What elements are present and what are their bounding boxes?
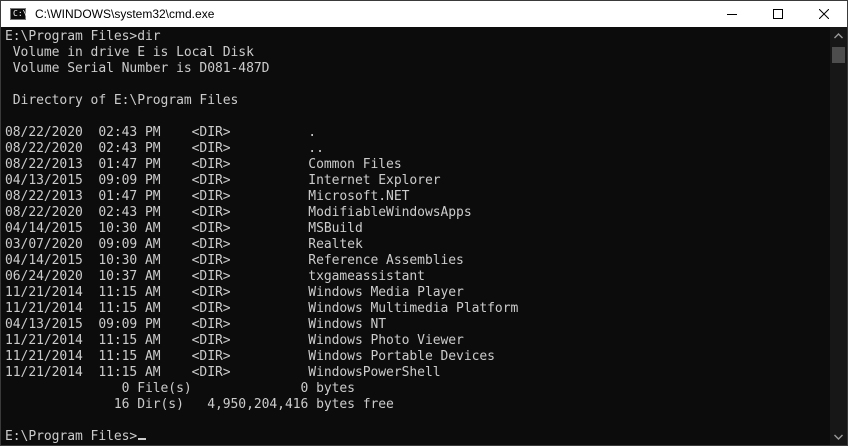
directory-line: Directory of E:\Program Files	[5, 93, 239, 108]
dir-entry: 11/21/2014 11:15 AM <DIR> Windows Photo …	[5, 333, 464, 348]
command-line: E:\Program Files>dir	[5, 29, 161, 44]
volume-line: Volume in drive E is Local Disk	[5, 45, 254, 60]
dirs-summary: 16 Dir(s) 4,950,204,416 bytes free	[5, 397, 394, 412]
dir-entry: 06/24/2020 10:37 AM <DIR> txgameassistan…	[5, 269, 425, 284]
scroll-down-button[interactable]	[830, 428, 847, 445]
close-button[interactable]	[801, 1, 847, 27]
scroll-down-arrow-icon	[834, 434, 843, 440]
maximize-icon	[773, 9, 783, 19]
window-title: C:\WINDOWS\system32\cmd.exe	[35, 7, 215, 21]
console-output[interactable]: E:\Program Files>dir Volume in drive E i…	[5, 29, 827, 445]
cmd-icon[interactable]: C:\	[10, 8, 28, 20]
dir-entry: 11/21/2014 11:15 AM <DIR> Windows Portab…	[5, 349, 495, 364]
dir-entry: 08/22/2013 01:47 PM <DIR> Microsoft.NET	[5, 189, 410, 204]
minimize-button[interactable]	[709, 1, 755, 27]
caption-buttons	[709, 1, 847, 27]
prompt-text: E:\Program Files>	[5, 429, 138, 444]
text-cursor	[138, 438, 147, 440]
maximize-button[interactable]	[755, 1, 801, 27]
minimize-icon	[727, 14, 737, 15]
dir-entry: 08/22/2020 02:43 PM <DIR> .	[5, 125, 317, 140]
scroll-up-button[interactable]	[830, 27, 847, 44]
dir-entry: 08/22/2013 01:47 PM <DIR> Common Files	[5, 157, 402, 172]
dir-entry: 08/22/2020 02:43 PM <DIR> ..	[5, 141, 324, 156]
prompt-line[interactable]: E:\Program Files>	[5, 429, 827, 445]
vertical-scrollbar[interactable]	[830, 27, 847, 445]
dir-entry: 11/21/2014 11:15 AM <DIR> Windows Media …	[5, 285, 464, 300]
serial-line: Volume Serial Number is D081-487D	[5, 61, 270, 76]
close-icon	[819, 9, 829, 19]
scroll-up-arrow-icon	[834, 32, 843, 38]
dir-entry: 04/14/2015 10:30 AM <DIR> MSBuild	[5, 221, 363, 236]
dir-entry: 04/13/2015 09:09 PM <DIR> Windows NT	[5, 317, 387, 332]
dir-entry: 03/07/2020 09:09 AM <DIR> Realtek	[5, 237, 363, 252]
files-summary: 0 File(s) 0 bytes	[5, 381, 355, 396]
dir-entry: 04/14/2015 10:30 AM <DIR> Reference Asse…	[5, 253, 464, 268]
dir-entry: 11/21/2014 11:15 AM <DIR> Windows Multim…	[5, 301, 519, 316]
cmd-window: C:\ C:\WINDOWS\system32\cmd.exe E:\Progr…	[0, 0, 848, 446]
title-bar[interactable]: C:\ C:\WINDOWS\system32\cmd.exe	[1, 1, 847, 27]
dir-entry: 08/22/2020 02:43 PM <DIR> ModifiableWind…	[5, 205, 472, 220]
scroll-thumb[interactable]	[832, 47, 845, 63]
dir-entry: 04/13/2015 09:09 PM <DIR> Internet Explo…	[5, 173, 441, 188]
cmd-icon-glyph: C:\	[13, 9, 28, 18]
dir-entry: 11/21/2014 11:15 AM <DIR> WindowsPowerSh…	[5, 365, 441, 380]
